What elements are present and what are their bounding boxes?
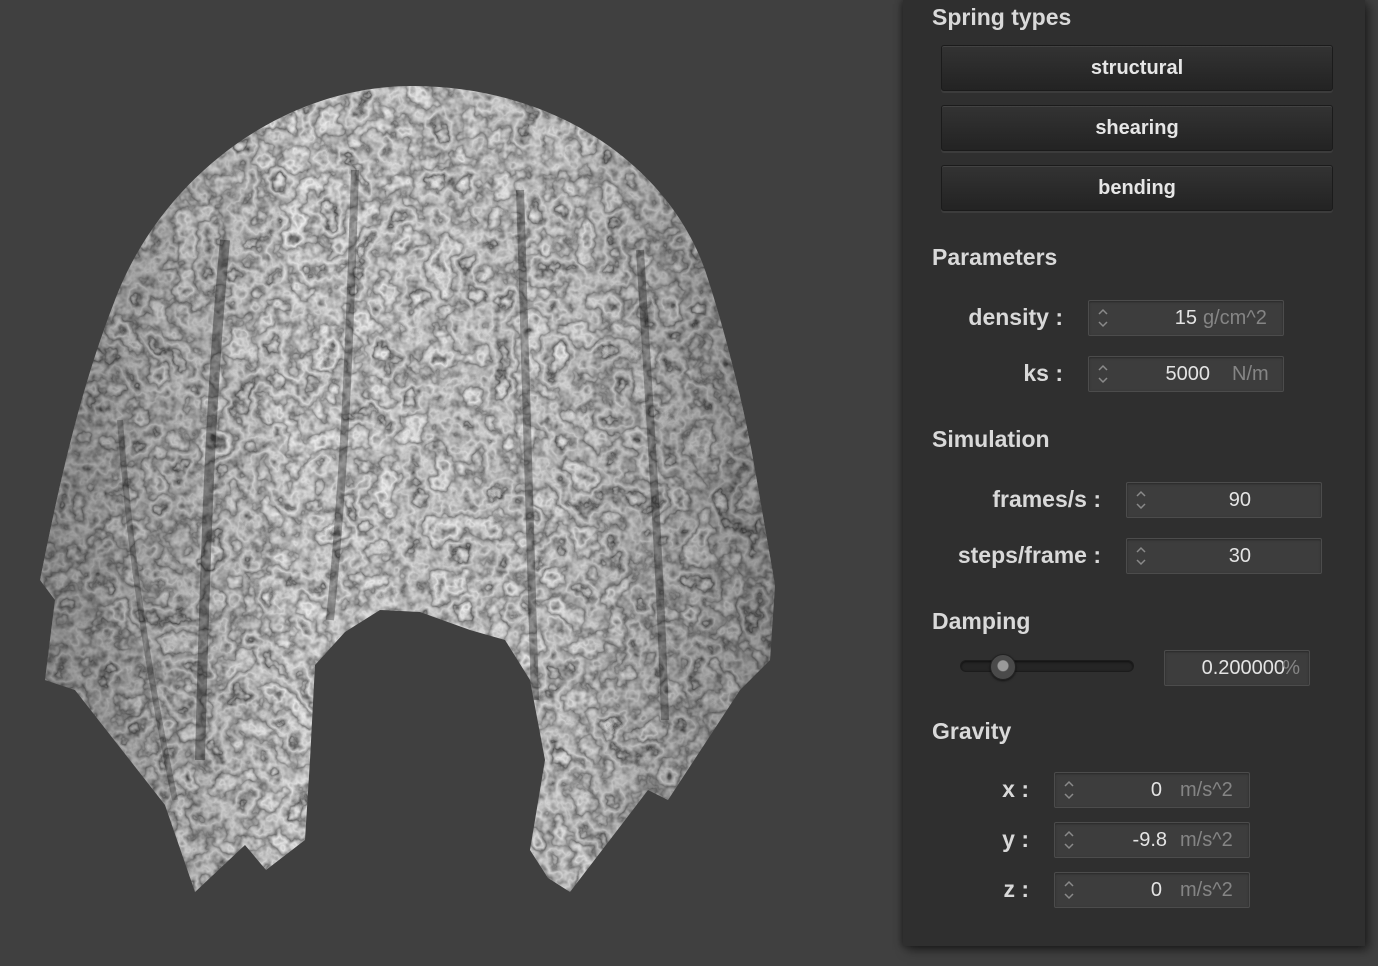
density-spinbox[interactable]: 15 g/cm^2	[1088, 300, 1284, 336]
gravity-y-unit: m/s^2	[1180, 829, 1233, 851]
gravity-y-label: y :	[1002, 826, 1029, 852]
density-value[interactable]: 15	[1175, 307, 1197, 330]
gravity-z-value[interactable]: 0	[1151, 879, 1162, 902]
ks-unit: N/m	[1232, 363, 1269, 385]
damping-unit: %	[1282, 657, 1300, 679]
spin-arrows-icon[interactable]	[1133, 486, 1149, 514]
bending-button[interactable]: bending	[941, 165, 1333, 211]
fps-value[interactable]: 90	[1229, 489, 1251, 512]
simulation-title: Simulation	[932, 426, 1050, 452]
steps-spinbox[interactable]: 30	[1126, 538, 1322, 574]
structural-button[interactable]: structural	[941, 45, 1333, 91]
fps-label: frames/s :	[992, 486, 1101, 512]
damping-value[interactable]: 0.200000	[1202, 657, 1285, 680]
gravity-y-spinbox[interactable]: -9.8 m/s^2	[1054, 822, 1250, 858]
ks-label: ks :	[1023, 360, 1063, 386]
spin-arrows-icon[interactable]	[1061, 776, 1077, 804]
gravity-z-spinbox[interactable]: 0 m/s^2	[1054, 872, 1250, 908]
damping-slider-handle[interactable]	[989, 654, 1016, 680]
ks-value[interactable]: 5000	[1166, 363, 1211, 386]
damping-title: Damping	[932, 608, 1031, 634]
3d-viewport[interactable]	[0, 0, 900, 966]
gravity-title: Gravity	[932, 718, 1012, 744]
gravity-x-unit: m/s^2	[1180, 779, 1233, 801]
density-label: density :	[968, 304, 1063, 330]
damping-value-box[interactable]: 0.200000 %	[1164, 650, 1310, 686]
fps-spinbox[interactable]: 90	[1126, 482, 1322, 518]
spin-arrows-icon[interactable]	[1133, 542, 1149, 570]
damping-slider-track[interactable]	[960, 660, 1134, 672]
control-panel: Spring types structural shearing bending…	[903, 0, 1365, 946]
ks-spinbox[interactable]: 5000 N/m	[1088, 356, 1284, 392]
gravity-x-label: x :	[1002, 776, 1029, 802]
spin-arrows-icon[interactable]	[1061, 826, 1077, 854]
steps-label: steps/frame :	[957, 542, 1101, 568]
gravity-x-value[interactable]: 0	[1151, 779, 1162, 802]
spin-arrows-icon[interactable]	[1095, 360, 1111, 388]
spin-arrows-icon[interactable]	[1095, 304, 1111, 332]
gravity-z-unit: m/s^2	[1180, 879, 1233, 901]
density-unit: g/cm^2	[1203, 307, 1267, 329]
cloth-render	[40, 86, 775, 892]
spin-arrows-icon[interactable]	[1061, 876, 1077, 904]
shearing-button[interactable]: shearing	[941, 105, 1333, 151]
gravity-z-label: z :	[1003, 876, 1029, 902]
parameters-title: Parameters	[932, 244, 1058, 270]
gravity-y-value[interactable]: -9.8	[1133, 829, 1167, 852]
steps-value[interactable]: 30	[1229, 545, 1251, 568]
cloth-mesh	[40, 86, 775, 892]
gravity-x-spinbox[interactable]: 0 m/s^2	[1054, 772, 1250, 808]
spring-types-title: Spring types	[932, 4, 1072, 30]
